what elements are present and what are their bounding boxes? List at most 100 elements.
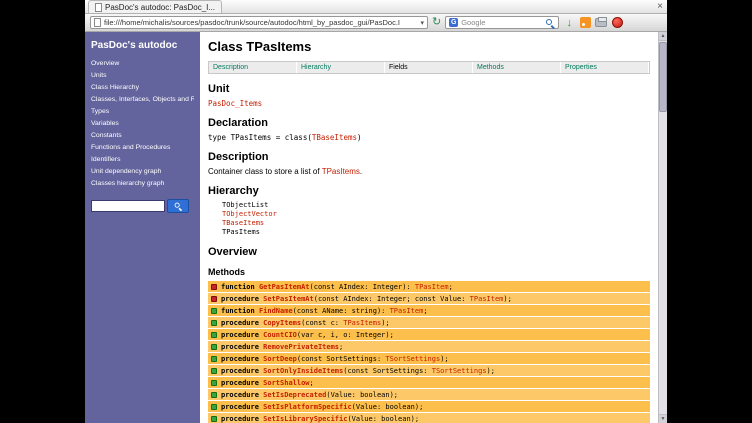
code-link[interactable]: TPasItem (470, 295, 504, 303)
code-link[interactable]: TPasItem (390, 307, 424, 315)
search-icon (174, 202, 183, 211)
reload-icon[interactable]: ↻ (432, 16, 441, 29)
addon-icon[interactable] (612, 17, 623, 28)
code-text: procedure (221, 343, 263, 351)
code-link[interactable]: SortShallow (263, 379, 309, 387)
signature-code: procedure SortOnlyInsideItems(const Sort… (221, 367, 495, 375)
search-box[interactable]: G Google (445, 16, 559, 29)
code-link[interactable]: SortDeep (263, 355, 297, 363)
overview-heading: Overview (208, 246, 650, 258)
sidebar-item-units[interactable]: Units (91, 72, 194, 79)
code-text: . (360, 167, 362, 176)
sidebar-item-functions-and-procedures[interactable]: Functions and Procedures (91, 144, 194, 151)
signature-code: procedure SetPasItemAt(const AIndex: Int… (221, 295, 512, 303)
code-link[interactable]: TSortSettings (432, 367, 487, 375)
close-icon[interactable]: × (657, 1, 663, 13)
nav-properties[interactable]: Properties (561, 62, 649, 73)
code-text: procedure (221, 319, 263, 327)
code-link[interactable]: CountCIO (263, 331, 297, 339)
public-marker-icon (211, 308, 217, 314)
code-link[interactable]: TBaseItems (312, 133, 357, 142)
code-text: (Value: boolean); (347, 415, 419, 423)
signature-code: procedure CopyItems(const c: TPasItems); (221, 319, 390, 327)
code-text: (const SortSettings: (343, 367, 432, 375)
code-text: TObjectList (222, 201, 268, 209)
code-text: procedure (221, 379, 263, 387)
printer-icon[interactable] (595, 18, 607, 27)
code-link[interactable]: FindName (259, 307, 293, 315)
code-link[interactable]: TBaseItems (222, 219, 264, 227)
public-marker-icon (211, 344, 217, 350)
sidebar-item-identifiers[interactable]: Identifiers (91, 156, 194, 163)
sidebar-item-types[interactable]: Types (91, 108, 194, 115)
code-link[interactable]: TPasItems (343, 319, 381, 327)
method-row: function GetPasItemAt(const AIndex: Inte… (208, 281, 650, 292)
code-text: (var c, i, o: Integer); (297, 331, 394, 339)
sidebar-title: PasDoc's autodoc (91, 40, 194, 51)
public-marker-icon (211, 404, 217, 410)
search-icon[interactable] (545, 18, 555, 28)
sidebar-item-variables[interactable]: Variables (91, 120, 194, 127)
tab-bar: PasDoc's autodoc: PasDoc_I... × (85, 0, 667, 14)
code-link[interactable]: TSortSettings (385, 355, 440, 363)
scrollbar[interactable]: ▲ ▼ (658, 32, 667, 423)
scroll-up-icon[interactable]: ▲ (659, 32, 667, 41)
download-icon[interactable]: ↓ (563, 17, 575, 29)
code-text: procedure (221, 403, 263, 411)
sidebar-item-class-hierarchy[interactable]: Class Hierarchy (91, 84, 194, 91)
code-link[interactable]: GetPasItemAt (259, 283, 310, 291)
code-link[interactable]: SetIsPlatformSpecific (263, 403, 352, 411)
nav-hierarchy[interactable]: Hierarchy (297, 62, 385, 73)
code-link[interactable]: SortOnlyInsideItems (263, 367, 343, 375)
url-text: file:///home/michalis/sources/pasdoc/tru… (104, 18, 417, 27)
public-marker-icon (211, 356, 217, 362)
browser-tab[interactable]: PasDoc's autodoc: PasDoc_I... (88, 0, 222, 13)
hierarchy-list: TObjectListTObjectVectorTBaseItemsTPasIt… (222, 201, 650, 237)
sidebar-item-unit-dependency-graph[interactable]: Unit dependency graph (91, 168, 194, 175)
sidebar-item-overview[interactable]: Overview (91, 60, 194, 67)
code-link[interactable]: SetIsLibrarySpecific (263, 415, 347, 423)
rss-icon[interactable] (580, 17, 591, 28)
signature-code: procedure SetIsLibrarySpecific(Value: bo… (221, 415, 419, 423)
code-text: ); (440, 355, 448, 363)
hierarchy-item: TObjectVector (222, 210, 650, 219)
code-text: (const AIndex: Integer; const Value: (314, 295, 470, 303)
site-icon (94, 18, 101, 27)
search-engine-label: Google (461, 18, 542, 27)
chevron-down-icon[interactable]: ▾ (420, 19, 424, 27)
code-text: ) (357, 133, 362, 142)
hierarchy-item: TObjectList (222, 201, 650, 210)
sidebar-search-button[interactable] (167, 199, 189, 213)
scroll-down-icon[interactable]: ▼ (659, 414, 667, 423)
signature-code: procedure SortShallow; (221, 379, 314, 387)
signature-code: procedure SortDeep(const SortSettings: T… (221, 355, 449, 363)
method-row: procedure CountCIO(var c, i, o: Integer)… (208, 329, 650, 340)
tab-title: PasDoc's autodoc: PasDoc_I... (105, 3, 215, 12)
code-link[interactable]: TPasItem (415, 283, 449, 291)
code-link[interactable]: SetPasItemAt (263, 295, 314, 303)
unit-link[interactable]: PasDoc_Items (208, 99, 650, 108)
private-marker-icon (211, 296, 217, 302)
code-text: ; (339, 343, 343, 351)
address-bar[interactable]: file:///home/michalis/sources/pasdoc/tru… (90, 16, 428, 29)
sidebar-search-input[interactable] (91, 200, 165, 212)
nav-description[interactable]: Description (209, 62, 297, 73)
code-link[interactable]: CopyItems (263, 319, 301, 327)
code-link[interactable]: SetIsDeprecated (263, 391, 326, 399)
method-row: procedure SetPasItemAt(const AIndex: Int… (208, 293, 650, 304)
code-link[interactable]: TObjectVector (222, 210, 277, 218)
code-text: ; (423, 307, 427, 315)
method-row: procedure SetIsPlatformSpecific(Value: b… (208, 401, 650, 412)
sidebar-search (91, 199, 194, 213)
sidebar-item-classes-hierarchy-graph[interactable]: Classes hierarchy graph (91, 180, 194, 187)
sidebar-item-classes-interfaces-objects-and-records[interactable]: Classes, Interfaces, Objects and Records (91, 96, 194, 103)
nav-methods[interactable]: Methods (473, 62, 561, 73)
methods-table: function GetPasItemAt(const AIndex: Inte… (208, 281, 650, 423)
code-text: (Value: boolean); (352, 403, 424, 411)
code-link[interactable]: TPasItems (322, 167, 360, 176)
scrollbar-thumb[interactable] (659, 42, 667, 112)
sidebar-item-constants[interactable]: Constants (91, 132, 194, 139)
code-link[interactable]: RemovePrivateItems (263, 343, 339, 351)
description-heading: Description (208, 151, 650, 163)
code-text: type TPasItems = class( (208, 133, 312, 142)
